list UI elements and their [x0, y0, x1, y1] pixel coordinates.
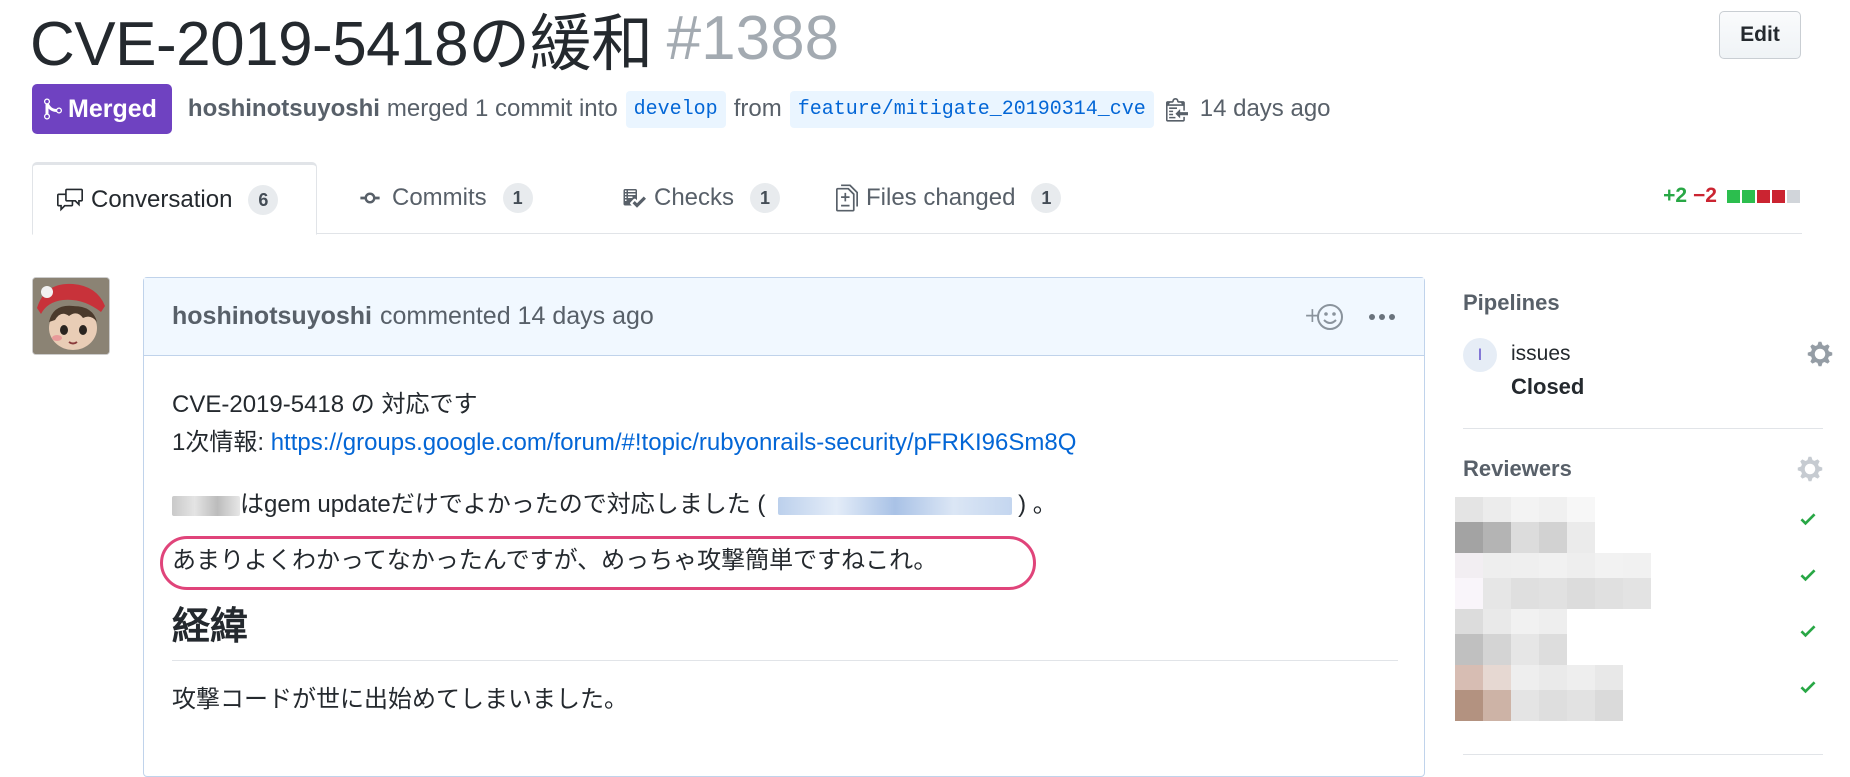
highlight-annotation: [160, 536, 1036, 590]
pr-tabs: Conversation 6 Commits 1 Checks 1 Files …: [32, 162, 1802, 235]
tab-label: Commits: [392, 184, 487, 211]
merge-time: 14 days ago: [1199, 95, 1331, 122]
comment-author-link[interactable]: hoshinotsuyoshi: [172, 302, 372, 331]
pipelines-heading-label: Pipelines: [1463, 290, 1560, 315]
add-reaction-icon[interactable]: +: [1304, 302, 1344, 332]
tab-counter: 1: [1031, 183, 1062, 213]
tab-label: Files changed: [866, 184, 1016, 211]
source-label: 1次情報:: [172, 429, 271, 456]
pipeline-item[interactable]: I issues Closed: [1463, 338, 1833, 404]
review-approved-check-icon: [1797, 677, 1819, 697]
comment-body: CVE-2019-5418 の 対応です 1次情報: https://group…: [144, 356, 1424, 719]
diffstat-blocks: [1727, 189, 1802, 203]
head-branch[interactable]: feature/mitigate_20190314_cve: [789, 90, 1154, 128]
redacted-text: [172, 495, 240, 516]
reviewer-row[interactable]: [1455, 497, 1823, 553]
pr-meta: Merged hoshinotsuyoshi merged 1 commit i…: [32, 84, 1331, 134]
reviewers-gear-icon[interactable]: [1797, 455, 1823, 483]
diffstat-block: [1757, 189, 1770, 203]
diffstat-block: [1727, 189, 1740, 203]
comment-line-3-text: はgem updateだけでよかったので対応しました (: [240, 491, 766, 518]
reviewer-redacted: [1455, 497, 1595, 553]
pipelines-gear-icon[interactable]: [1807, 340, 1833, 368]
diffstat-block: [1772, 189, 1785, 203]
merge-action-text: merged 1 commit into: [386, 95, 618, 122]
merged-label: Merged: [68, 94, 157, 123]
review-approved-check-icon: [1797, 621, 1819, 641]
reviewer-redacted: [1455, 665, 1623, 721]
merge-author-link[interactable]: hoshinotsuyoshi: [188, 95, 380, 123]
comment-discussion-icon: [57, 188, 83, 211]
review-approved-check-icon: [1797, 565, 1819, 585]
comment-line-3-suffix: ) 。: [1018, 491, 1057, 518]
file-diff-icon: [836, 184, 858, 212]
diffstat-block: [1787, 189, 1800, 203]
sidebar-divider: [1463, 754, 1823, 755]
reviewer-row[interactable]: [1455, 665, 1823, 721]
tab-checks[interactable]: Checks 1: [598, 162, 804, 234]
merged-status-badge: Merged: [32, 84, 172, 134]
git-commit-icon: [360, 192, 380, 204]
diffstat-additions: +2: [1663, 184, 1688, 207]
section-heading: 経緯: [172, 608, 1398, 661]
tab-counter: 1: [502, 183, 533, 213]
comment-line-2: 1次情報: https://groups.google.com/forum/#!…: [172, 424, 1396, 462]
reviewer-redacted: [1455, 553, 1651, 609]
reviewer-row[interactable]: [1455, 609, 1823, 665]
base-branch[interactable]: develop: [625, 90, 726, 128]
redacted-link[interactable]: [778, 496, 1013, 515]
reviewer-row[interactable]: [1455, 553, 1823, 609]
kebab-menu-icon[interactable]: [1368, 313, 1396, 321]
diffstat: +2 −2: [1663, 184, 1802, 208]
tab-label: Conversation: [91, 185, 233, 213]
tab-conversation[interactable]: Conversation 6: [32, 162, 317, 235]
pr-number: #1388: [666, 3, 840, 73]
tab-commits[interactable]: Commits 1: [332, 162, 557, 234]
sidebar: Pipelines I issues Closed Reviewers: [1455, 290, 1833, 721]
pipeline-name: issues: [1511, 342, 1571, 365]
tab-label: Checks: [654, 184, 735, 211]
comment-line-1: CVE-2019-5418 の 対応です: [172, 391, 478, 418]
reviewers-heading-label: Reviewers: [1463, 456, 1572, 481]
pr-title-row: CVE-2019-5418の緩和 #1388: [30, 2, 840, 80]
source-link[interactable]: https://groups.google.com/forum/#!topic/…: [271, 429, 1077, 456]
git-merge-icon: [44, 98, 62, 120]
highlighted-sentence: あまりよくわかってなかったんですが、めっちゃ攻撃簡単ですねこれ。: [160, 536, 1036, 590]
pipeline-badge: I: [1463, 338, 1497, 372]
comment-box: hoshinotsuyoshi commented 14 days ago + …: [143, 277, 1425, 777]
from-text: from: [733, 95, 782, 122]
reviewers-heading: Reviewers: [1463, 455, 1823, 483]
reviewer-redacted: [1455, 609, 1567, 665]
pipeline-status: Closed: [1511, 374, 1585, 399]
checklist-icon: [623, 189, 646, 208]
comment-line-3: はgem updateだけでよかったので対応しました ( ) 。: [172, 486, 1396, 524]
edit-button[interactable]: Edit: [1719, 11, 1801, 59]
comment-timestamp[interactable]: commented 14 days ago: [380, 302, 654, 331]
section-paragraph: 攻撃コードが世に出始めてしまいました。: [172, 686, 628, 713]
review-approved-check-icon: [1797, 509, 1819, 529]
tab-files-changed[interactable]: Files changed 1: [812, 162, 1085, 234]
pipelines-heading: Pipelines: [1463, 290, 1823, 316]
tab-counter: 6: [248, 184, 279, 215]
comment-header: hoshinotsuyoshi commented 14 days ago +: [144, 278, 1424, 356]
diffstat-deletions: −2: [1693, 184, 1717, 207]
pr-title: CVE-2019-5418の緩和: [30, 10, 653, 79]
sidebar-divider: [1463, 428, 1823, 429]
tab-counter: 1: [750, 183, 781, 213]
commenter-avatar[interactable]: [32, 277, 110, 355]
diffstat-block: [1742, 189, 1755, 203]
clipboard-copy-icon[interactable]: [1165, 96, 1188, 122]
